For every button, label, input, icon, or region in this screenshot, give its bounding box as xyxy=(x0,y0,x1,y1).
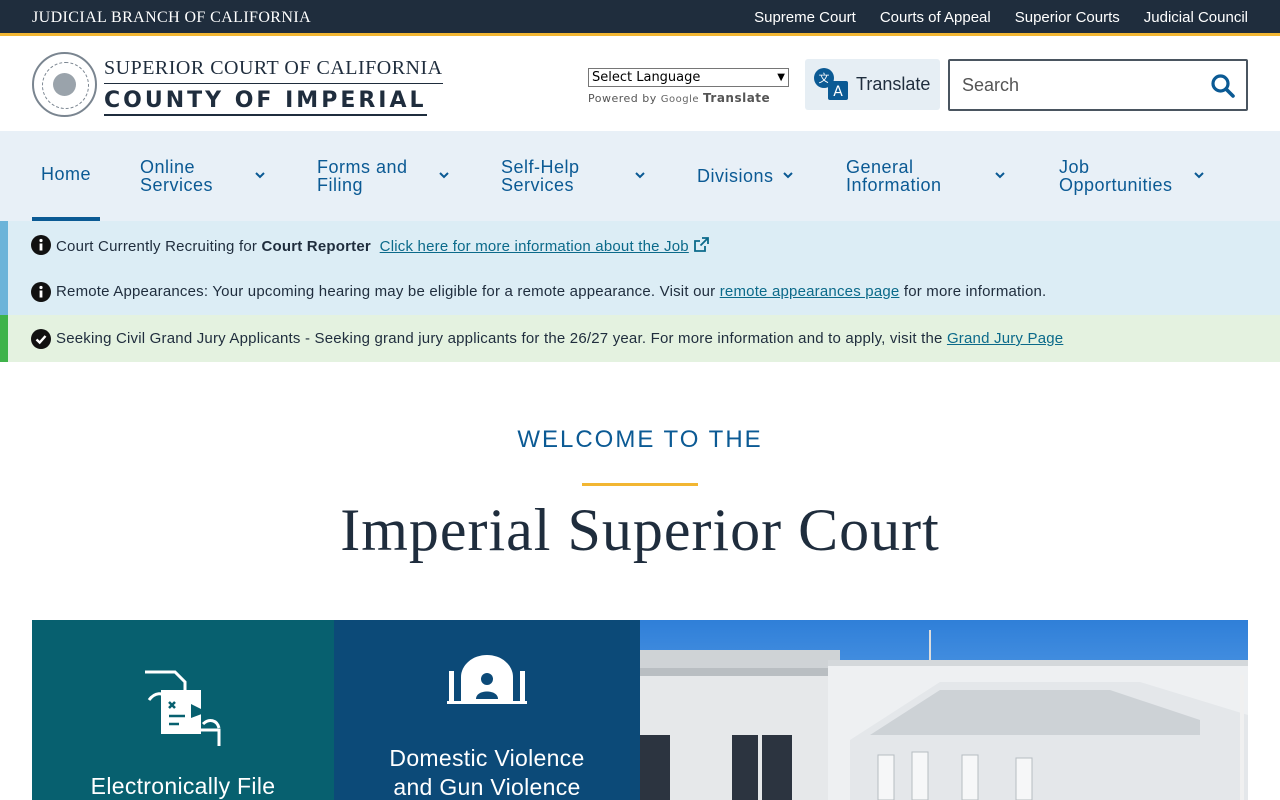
alert-prefix: Court Currently Recruiting for xyxy=(56,238,262,255)
domestic-violence-label-line2: and Gun Violence xyxy=(393,774,581,800)
chevron-down-icon: ▼ xyxy=(777,72,785,83)
nav-self-help-services[interactable]: Self-Help Services xyxy=(501,131,651,221)
nav-general-information[interactable]: General Information xyxy=(846,131,1011,221)
nav-home-label: Home xyxy=(40,164,91,184)
judicial-branch-brand[interactable]: JUDICIAL BRANCH OF CALIFORNIA xyxy=(32,9,311,27)
utility-bar: JUDICIAL BRANCH OF CALIFORNIA Supreme Co… xyxy=(0,0,1280,36)
language-select-value: Select Language xyxy=(592,70,701,85)
alert-text: Seeking Civil Grand Jury Applicants - Se… xyxy=(56,330,1063,347)
nav-job-opportunities[interactable]: Job Opportunities xyxy=(1059,131,1209,221)
alert-text: Remote Appearances: Your upcoming hearin… xyxy=(56,283,1046,300)
language-select[interactable]: Select Language ▼ xyxy=(588,68,789,87)
search-icon[interactable] xyxy=(1210,73,1236,99)
domestic-violence-label: Domestic Violence and Gun Violence xyxy=(334,744,640,800)
e-file-tile[interactable]: Electronically File xyxy=(32,620,334,800)
gold-divider xyxy=(582,483,698,486)
svg-text:A: A xyxy=(833,84,843,100)
powered-by-google-translate: Powered by Google Translate xyxy=(588,91,770,105)
alert-prefix: Seeking Civil Grand Jury Applicants - Se… xyxy=(56,330,947,347)
nav-divisions[interactable]: Divisions xyxy=(697,131,797,221)
check-icon xyxy=(31,329,51,349)
svg-text:文: 文 xyxy=(819,71,830,85)
domestic-violence-label-line1: Domestic Violence xyxy=(389,745,585,771)
alert-prefix: Remote Appearances: Your upcoming hearin… xyxy=(56,283,720,300)
e-file-label: Electronically File xyxy=(90,773,276,799)
alert-remote-appearances: Remote Appearances: Your upcoming hearin… xyxy=(0,268,1280,315)
welcome-eyebrow: WELCOME TO THE xyxy=(517,426,763,453)
google-logo-text: Google xyxy=(660,94,700,105)
google-translate-link[interactable]: Translate xyxy=(703,91,770,105)
court-name-line1[interactable]: SUPERIOR COURT OF CALIFORNIA xyxy=(104,57,443,84)
chevron-down-icon xyxy=(1194,172,1204,179)
nav-divisions-label: Divisions xyxy=(697,166,774,186)
search-box xyxy=(948,59,1248,111)
courthouse-photo xyxy=(640,620,1248,800)
job-info-link[interactable]: Click here for more information about th… xyxy=(380,238,689,255)
nav-online-services[interactable]: Online Services xyxy=(140,131,270,221)
alert-text: Court Currently Recruiting for Court Rep… xyxy=(56,236,710,255)
info-icon xyxy=(31,282,51,302)
courtroom-podium-icon xyxy=(447,655,527,704)
nav-home[interactable]: Home xyxy=(32,131,100,221)
nav-online-services-label: Online Services xyxy=(140,157,214,195)
chevron-down-icon xyxy=(635,172,645,179)
search-input[interactable] xyxy=(962,73,1202,97)
translate-button[interactable]: 文 A Translate xyxy=(805,59,940,110)
page-title: Imperial Superior Court xyxy=(340,497,940,563)
external-link-icon xyxy=(694,237,710,252)
alert-suffix: for more information. xyxy=(899,283,1047,300)
site-header: SUPERIOR COURT OF CALIFORNIA COUNTY OF I… xyxy=(0,39,1280,131)
chevron-down-icon xyxy=(439,172,449,179)
nav-forms-and-filing[interactable]: Forms and Filing xyxy=(317,131,457,221)
alert-bold-text: Court Reporter xyxy=(261,238,371,255)
alert-court-reporter: Court Currently Recruiting for Court Rep… xyxy=(0,221,1280,268)
court-seal-logo[interactable] xyxy=(32,52,97,117)
chevron-down-icon xyxy=(255,172,265,179)
translate-label: Translate xyxy=(856,74,931,94)
nav-forms-and-filing-label: Forms and Filing xyxy=(317,157,408,195)
powered-by-label: Powered by xyxy=(588,92,657,105)
alert-grand-jury: Seeking Civil Grand Jury Applicants - Se… xyxy=(0,315,1280,362)
utility-links: Supreme Court Courts of Appeal Superior … xyxy=(754,9,1248,26)
court-name-line2[interactable]: COUNTY OF IMPERIAL xyxy=(104,89,427,116)
nav-job-opportunities-label: Job Opportunities xyxy=(1059,157,1173,195)
domestic-violence-tile[interactable]: Domestic Violence and Gun Violence xyxy=(334,620,640,800)
remote-appearances-link[interactable]: remote appearances page xyxy=(720,283,900,300)
translate-icon: 文 A xyxy=(814,68,848,100)
main-navigation: Home Online Services Forms and Filing Se… xyxy=(0,131,1280,221)
courts-of-appeal-link[interactable]: Courts of Appeal xyxy=(880,9,991,26)
nav-self-help-services-label: Self-Help Services xyxy=(501,157,580,195)
supreme-court-link[interactable]: Supreme Court xyxy=(754,9,856,26)
grand-jury-link[interactable]: Grand Jury Page xyxy=(947,330,1063,347)
courthouse-illustration xyxy=(640,630,1248,800)
info-icon xyxy=(31,235,51,255)
e-file-document-icon xyxy=(145,670,221,746)
judicial-council-link[interactable]: Judicial Council xyxy=(1144,9,1248,26)
nav-general-information-label: General Information xyxy=(846,157,942,195)
superior-courts-link[interactable]: Superior Courts xyxy=(1015,9,1120,26)
chevron-down-icon xyxy=(783,172,793,179)
chevron-down-icon xyxy=(995,172,1005,179)
